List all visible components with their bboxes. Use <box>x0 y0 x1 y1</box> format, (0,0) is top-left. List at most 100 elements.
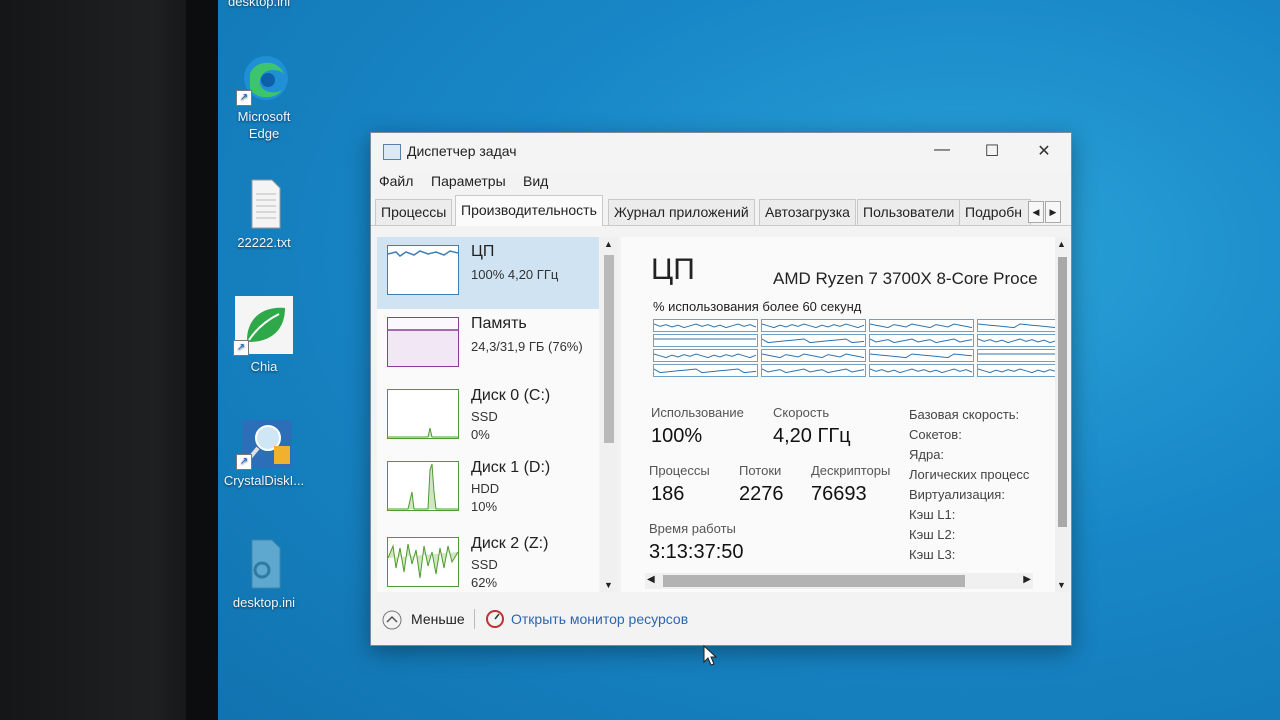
core-graph <box>653 334 758 347</box>
core-graph <box>761 319 866 332</box>
core-activity-line <box>654 338 756 340</box>
desktop-icon-label: CrystalDiskI... <box>223 473 305 488</box>
title-bar[interactable]: Диспетчер задач — ☐ ✕ <box>371 133 1071 171</box>
open-resource-monitor-link[interactable]: Открыть монитор ресурсов <box>511 611 688 627</box>
handles-label: Дескрипторы <box>811 463 891 478</box>
scroll-up-icon[interactable]: ▲ <box>1057 239 1066 249</box>
resource-detail: 0% <box>471 427 490 442</box>
resource-name: Диск 1 (D:) <box>471 459 551 476</box>
scroll-down-icon[interactable]: ▼ <box>604 580 613 590</box>
memory-thumbnail-graph <box>387 317 459 367</box>
resource-detail: 100% 4,20 ГГц <box>471 267 559 282</box>
scrollbar-thumb[interactable] <box>663 575 965 587</box>
core-graph <box>761 364 866 377</box>
resource-monitor-icon[interactable] <box>485 609 505 629</box>
desktop-icon-label: desktop.ini <box>232 595 296 610</box>
edge-icon: ↗ <box>236 52 290 106</box>
usage-value: 100% <box>651 425 703 447</box>
sockets-label: Сокетов: <box>909 427 962 442</box>
core-activity-line <box>869 323 973 329</box>
resource-list-scrollbar[interactable]: ▲ ▼ <box>600 237 618 592</box>
core-activity-line <box>977 338 1055 344</box>
scrollbar-thumb[interactable] <box>604 255 614 443</box>
resource-name: Диск 0 (C:) <box>471 387 551 404</box>
cores-label: Ядра: <box>909 447 945 462</box>
logical-processors-label: Логических процесс <box>909 467 1030 482</box>
resource-type: HDD <box>471 481 500 496</box>
tab-users[interactable]: Пользователи <box>857 199 961 225</box>
usage-label: Использование <box>651 405 744 420</box>
tab-startup[interactable]: Автозагрузка <box>759 199 856 225</box>
core-activity-line <box>761 323 865 329</box>
cpu-detail-panel: ЦП AMD Ryzen 7 3700X 8-Core Proce % испо… <box>621 237 1055 592</box>
menu-view[interactable]: Вид <box>523 173 548 189</box>
desktop-icon-22222-txt[interactable]: 22222.txt <box>222 178 306 251</box>
core-graph <box>761 334 866 347</box>
speed-label: Скорость <box>773 405 830 420</box>
resource-item-cpu[interactable]: ЦП 100% 4,20 ГГц <box>377 237 599 309</box>
fewer-details-button[interactable]: Меньше <box>411 611 465 627</box>
scroll-up-icon[interactable]: ▲ <box>604 239 613 249</box>
resource-name: Память <box>471 315 527 332</box>
maximize-button[interactable]: ☐ <box>975 141 1009 163</box>
disk0-thumbnail-graph <box>387 389 459 439</box>
desktop-icon-desktop-ini[interactable]: desktop.ini <box>222 538 306 611</box>
resource-item-disk-2[interactable]: Диск 2 (Z:) SSD 62% <box>377 529 599 592</box>
core-activity-line <box>653 368 757 374</box>
l3-cache-label: Кэш L3: <box>909 547 956 562</box>
scroll-left-icon[interactable]: ◀ <box>647 574 655 585</box>
window-title: Диспетчер задач <box>407 143 517 159</box>
cpu-model: AMD Ryzen 7 3700X 8-Core Proce <box>773 269 1038 288</box>
detail-horizontal-scrollbar[interactable]: ◀ ▶ <box>645 573 1033 589</box>
resource-item-memory[interactable]: Память 24,3/31,9 ГБ (76%) <box>377 309 599 381</box>
core-graph <box>869 319 974 332</box>
resource-detail: 10% <box>471 499 498 514</box>
scroll-right-icon[interactable]: ▶ <box>1023 574 1031 585</box>
menu-file[interactable]: Файл <box>379 173 413 189</box>
resource-item-disk-0[interactable]: Диск 0 (C:) SSD 0% <box>377 381 599 453</box>
core-graph <box>977 319 1055 332</box>
resource-detail: 62% <box>471 575 498 590</box>
core-activity-line <box>653 353 757 359</box>
resource-type: SSD <box>471 557 498 572</box>
close-button[interactable]: ✕ <box>1027 141 1061 163</box>
handles-value: 76693 <box>811 483 867 505</box>
tab-scroll-left-icon[interactable]: ◀ <box>1028 201 1044 223</box>
detail-vertical-scrollbar[interactable]: ▲ ▼ <box>1055 237 1069 592</box>
tab-performance[interactable]: Производительность <box>455 195 603 226</box>
core-activity-line <box>977 368 1055 374</box>
core-activity-line <box>869 368 973 374</box>
tab-scroll-right-icon[interactable]: ▶ <box>1045 201 1061 223</box>
l1-cache-label: Кэш L1: <box>909 507 956 522</box>
resource-name: Диск 2 (Z:) <box>471 535 549 552</box>
tab-details[interactable]: Подробн <box>959 199 1031 225</box>
uptime-value: 3:13:37:50 <box>649 541 744 563</box>
text-file-icon <box>238 178 290 230</box>
resource-item-disk-1[interactable]: Диск 1 (D:) HDD 10% <box>377 453 599 525</box>
menu-options[interactable]: Параметры <box>431 173 506 189</box>
core-activity-line <box>869 353 973 359</box>
tab-processes[interactable]: Процессы <box>375 199 453 225</box>
disk1-thumbnail-graph <box>387 461 459 511</box>
core-graph <box>653 349 758 362</box>
desktop-ini-top-label[interactable]: desktop.ini <box>228 0 290 9</box>
tab-app-history[interactable]: Журнал приложений <box>608 199 755 225</box>
core-graph <box>977 334 1055 347</box>
desktop-icon-crystaldiskinfo[interactable]: ↗ CrystalDiskI... <box>222 416 306 489</box>
desktop-icon-edge[interactable]: ↗ Microsoft Edge <box>222 52 306 142</box>
resource-name: ЦП <box>471 243 495 260</box>
scroll-down-icon[interactable]: ▼ <box>1057 580 1066 590</box>
chevron-up-circle-icon[interactable] <box>381 609 403 631</box>
disk2-thumbnail-graph <box>387 537 459 587</box>
scrollbar-thumb[interactable] <box>1058 257 1067 527</box>
desktop-icon-chia[interactable]: ↗ Chia <box>222 296 306 375</box>
base-speed-label: Базовая скорость: <box>909 407 1020 422</box>
settings-file-icon <box>238 538 290 590</box>
core-activity-line <box>761 368 865 374</box>
graph-caption: % использования более 60 секунд <box>653 299 862 314</box>
menu-bar: Файл Параметры Вид <box>371 171 1071 195</box>
core-graph <box>653 319 758 332</box>
core-graph <box>869 349 974 362</box>
minimize-button[interactable]: — <box>925 141 959 163</box>
desktop-icon-label: 22222.txt <box>237 235 291 250</box>
